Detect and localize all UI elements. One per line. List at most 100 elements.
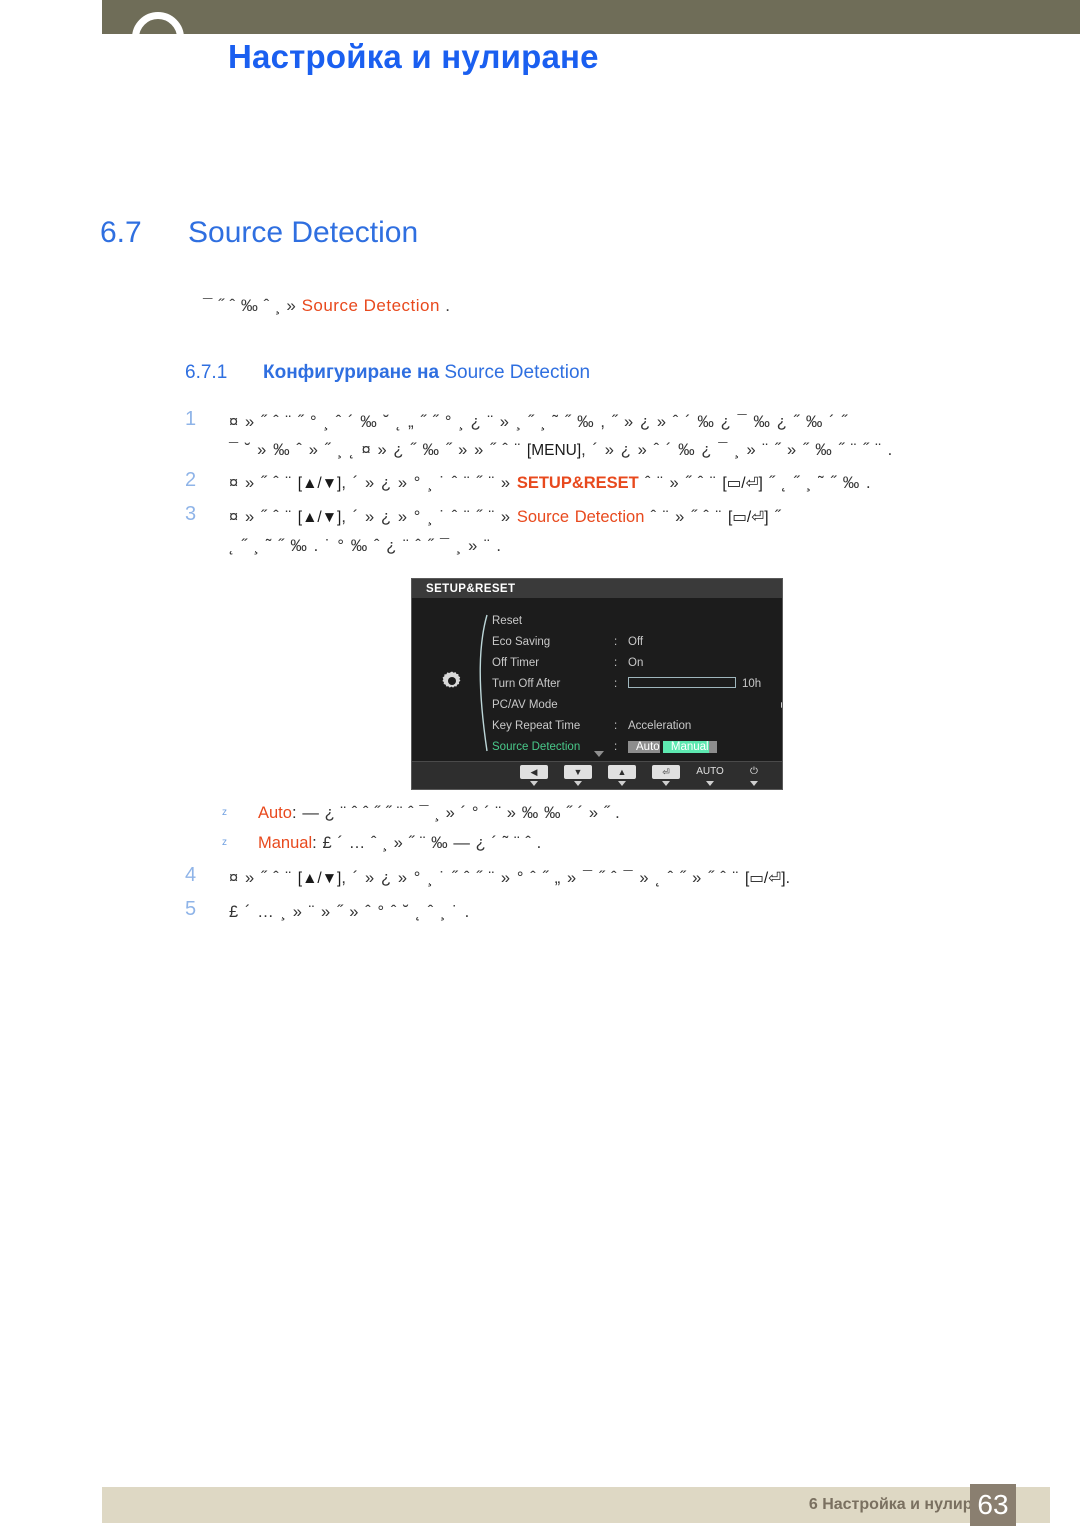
down-button[interactable]: ▼: [556, 765, 600, 786]
note-label: Auto: [258, 804, 292, 822]
step-text-part: ¤ » ˝ ˆ ¨: [229, 869, 298, 887]
note-text: Auto: — ¿ ¨ ˆ ˆ ˝ ˝ ¨ ˆ ¯ ¸ » ´ ° ´ ¨ » …: [258, 804, 620, 822]
osd-label: Eco Saving: [492, 636, 551, 648]
intro-suffix: .: [445, 296, 451, 315]
left-button[interactable]: ◀: [512, 765, 556, 786]
step-text: £ ´ … ¸ » ¨ » ˝ » ˆ ° ˆ ˘ ˛ ˆ ¸ ˙ .: [229, 903, 470, 921]
enter-key-label: [▭/⏎]: [727, 509, 769, 527]
osd-label: PC/AV Mode: [492, 699, 558, 711]
step-number: 4: [185, 864, 197, 886]
osd-row-eco-saving[interactable]: Eco Saving: Off: [492, 632, 782, 653]
osd-label: Reset: [492, 615, 523, 627]
osd-row-source-detection[interactable]: Source Detection: Auto Manual: [492, 737, 782, 758]
steps-list-continued: 4 ¤ » ˝ ˆ ¨ [▲/▼], ´ » ¿ » ° ¸ ˙ ˝ ˆ ˝ ¨…: [185, 864, 1050, 932]
step-text-part: , ´ » ¿ » ° ¸ ˙ ˆ ¨ ˝ ¨ »: [341, 474, 511, 493]
down-button-label: ▼: [564, 765, 592, 779]
chapter-number-badge: 6: [132, 12, 184, 64]
osd-menu-screenshot: SETUP&RESET Reset Eco Saving: Off Off Tim…: [411, 578, 783, 790]
step-text-part: .: [785, 869, 791, 887]
step-number: 1: [185, 408, 197, 430]
subsection-number: 6.7.1: [185, 362, 228, 383]
dropdown-option-auto[interactable]: Auto: [628, 741, 660, 753]
enter-key-label: [▭/⏎]: [722, 475, 763, 493]
up-button-label: ▲: [608, 765, 636, 779]
button-tick-icon: [530, 781, 538, 786]
step-text: ¤ » ˝ ˆ ¨ [▲/▼], ´ » ¿ » ° ¸ ˙ ˝ ˆ ˝ ¨ »…: [229, 864, 1050, 893]
step-item: 2 ¤ » ˝ ˆ ¨ [▲/▼], ´ » ¿ » ° ¸ ˙ ˆ ¨ ˝ ¨…: [185, 469, 1050, 499]
step-text: ¤ » ˝ ˆ ¨ [▲/▼], ´ » ¿ » ° ¸ ˙ ˆ ¨ ˝ ¨ »…: [229, 469, 1050, 498]
enter-button[interactable]: ⏎: [644, 765, 688, 786]
intro-highlight: Source Detection: [301, 296, 440, 315]
step-number: 2: [185, 469, 197, 492]
step-text-part: ¤ » ˝ ˆ ¨ ˝ ° ¸ ˆ ´ ‰ ˘ ˛ „ ˝ ˝ ° ¸ ¿ ¨ …: [229, 413, 848, 431]
turn-off-after-slider[interactable]: [628, 677, 736, 689]
step-text-part: ˝: [768, 508, 781, 527]
step-text-part: ¤ » ˝ ˆ ¨: [229, 508, 298, 527]
left-button-label: ◀: [520, 765, 548, 779]
auto-button[interactable]: AUTO: [688, 765, 732, 786]
osd-label: Turn Off After: [492, 678, 561, 690]
step-number: 5: [185, 898, 197, 920]
step-text-part: , ´ » ¿ » ° ¸ ˙ ˝ ˆ ˝ ¨ » ° ˆ ˝ „ » ¯ ˝ …: [341, 869, 745, 887]
setup-reset-highlight: SETUP&RESET: [516, 474, 639, 493]
osd-row-turn-off-after[interactable]: Turn Off After: 10h: [492, 674, 782, 695]
step-text: ¤ » ˝ ˆ ¨ [▲/▼], ´ » ¿ » ° ¸ ˙ ˆ ¨ ˝ ¨ »…: [229, 503, 1050, 560]
note-item-manual: z Manual: £ ´ … ˆ ¸ » ˝ ¨ ‰ — ¿ ´ ˜ ¨ ˆ …: [222, 828, 922, 858]
subsection-heading: 6.7.1 Конфигуриране на Source Detection: [185, 362, 590, 384]
osd-colon: :: [614, 636, 618, 648]
button-tick-icon: [662, 781, 670, 786]
note-label: Manual: [258, 834, 313, 852]
menu-bracket-decoration: [474, 613, 490, 753]
button-tick-icon: [706, 781, 714, 786]
osd-colon: :: [614, 741, 618, 753]
step-text-part: ¯ ˘ » ‰ ˆ » ˝ ¸ ˛ ¤ » ¿ ˝ ‰ ˝ » » ˝ ˆ ¨: [229, 441, 521, 460]
osd-row-pc-av-mode[interactable]: PC/AV Mode: [492, 695, 782, 716]
chevron-right-icon: [781, 702, 782, 708]
note-separator: :: [291, 804, 303, 822]
osd-body: Reset Eco Saving: Off Off Timer: On Turn O…: [412, 599, 782, 762]
up-button[interactable]: ▲: [600, 765, 644, 786]
step-text-part: ˝ ˛ ˝ ¸ ˜ ˝ ‰ .: [762, 474, 872, 493]
osd-colon: :: [614, 678, 618, 690]
step-item: 5 £ ´ … ¸ » ¨ » ˝ » ˆ ° ˆ ˘ ˛ ˆ ¸ ˙ .: [185, 898, 1050, 928]
osd-value: Acceleration: [628, 720, 692, 732]
section-number: 6.7: [100, 216, 142, 249]
osd-colon: :: [614, 720, 618, 732]
section-title: Source Detection: [188, 216, 419, 249]
power-button-label: ⏻: [750, 766, 758, 777]
power-button[interactable]: ⏻: [732, 765, 776, 786]
osd-title: SETUP&RESET: [412, 579, 782, 599]
osd-buttons: ◀ ▼ ▲ ⏎ AUTO ⏻: [512, 765, 776, 786]
scroll-down-icon[interactable]: [594, 751, 604, 757]
dropdown-option-manual[interactable]: Manual: [662, 741, 709, 753]
step-item: 1 ¤ » ˝ ˆ ¨ ˝ ° ¸ ˆ ´ ‰ ˘ ˛ „ ˝ ˝ ° ¸ ¿ …: [185, 408, 1050, 465]
step-number: 3: [185, 503, 197, 526]
top-banner: [102, 0, 1080, 34]
subsection-title-regular: Source Detection: [444, 362, 591, 383]
step-text: ¤ » ˝ ˆ ¨ ˝ ° ¸ ˆ ´ ‰ ˘ ˛ „ ˝ ˝ ° ¸ ¿ ¨ …: [229, 408, 1050, 465]
source-detection-dropdown[interactable]: Auto Manual: [628, 737, 782, 758]
note-item-auto: z Auto: — ¿ ¨ ˆ ˆ ˝ ˝ ¨ ˆ ¯ ¸ » ´ ° ´ ¨ …: [222, 798, 922, 828]
osd-row-off-timer[interactable]: Off Timer: On: [492, 653, 782, 674]
step-text-part: ˛ ˝ ¸ ˜ ˝ ‰ . ˙ ° ‰ ˆ ¿ ¨ ˆ ˝ ¯ ¸ » ¨ .: [229, 536, 502, 555]
step-text-part: , ´ » ¿ » ˆ ´ ‰ ¿ ¯ ¸ » ¨ ˝ » ˝ ‰ ˝ ¨ ˝ …: [581, 441, 893, 460]
section-heading: 6.7 Source Detection: [100, 216, 418, 250]
button-tick-icon: [574, 781, 582, 786]
steps-list: 1 ¤ » ˝ ˆ ¨ ˝ ° ¸ ˆ ´ ‰ ˘ ˛ „ ˝ ˝ ° ¸ ¿ …: [185, 408, 1050, 564]
step-item: 3 ¤ » ˝ ˆ ¨ [▲/▼], ´ » ¿ » ° ¸ ˙ ˆ ¨ ˝ ¨…: [185, 503, 1050, 560]
osd-row-list: Reset Eco Saving: Off Off Timer: On Turn O…: [492, 611, 782, 758]
note-marker: z: [222, 837, 228, 848]
osd-value: On: [628, 657, 644, 669]
osd-row-key-repeat-time[interactable]: Key Repeat Time: Acceleration: [492, 716, 782, 737]
step-text-part: ˆ ¨ » ˝ ˆ ¨: [644, 474, 723, 493]
step-text-part: ¤ » ˝ ˆ ¨: [229, 474, 298, 493]
osd-row-reset[interactable]: Reset: [492, 611, 782, 632]
button-tick-icon: [618, 781, 626, 786]
osd-button-bar: ◀ ▼ ▲ ⏎ AUTO ⏻: [412, 761, 782, 789]
source-detection-highlight: Source Detection: [516, 508, 645, 527]
dropdown-filler: [708, 741, 717, 753]
note-description: — ¿ ¨ ˆ ˆ ˝ ˝ ¨ ˆ ¯ ¸ » ´ ° ´ ¨ » ‰ ‰ ˝ …: [302, 804, 621, 822]
slider-value-label: 10h: [742, 678, 762, 690]
osd-value: Off: [628, 636, 644, 648]
menu-key-label: [MENU]: [526, 442, 582, 460]
